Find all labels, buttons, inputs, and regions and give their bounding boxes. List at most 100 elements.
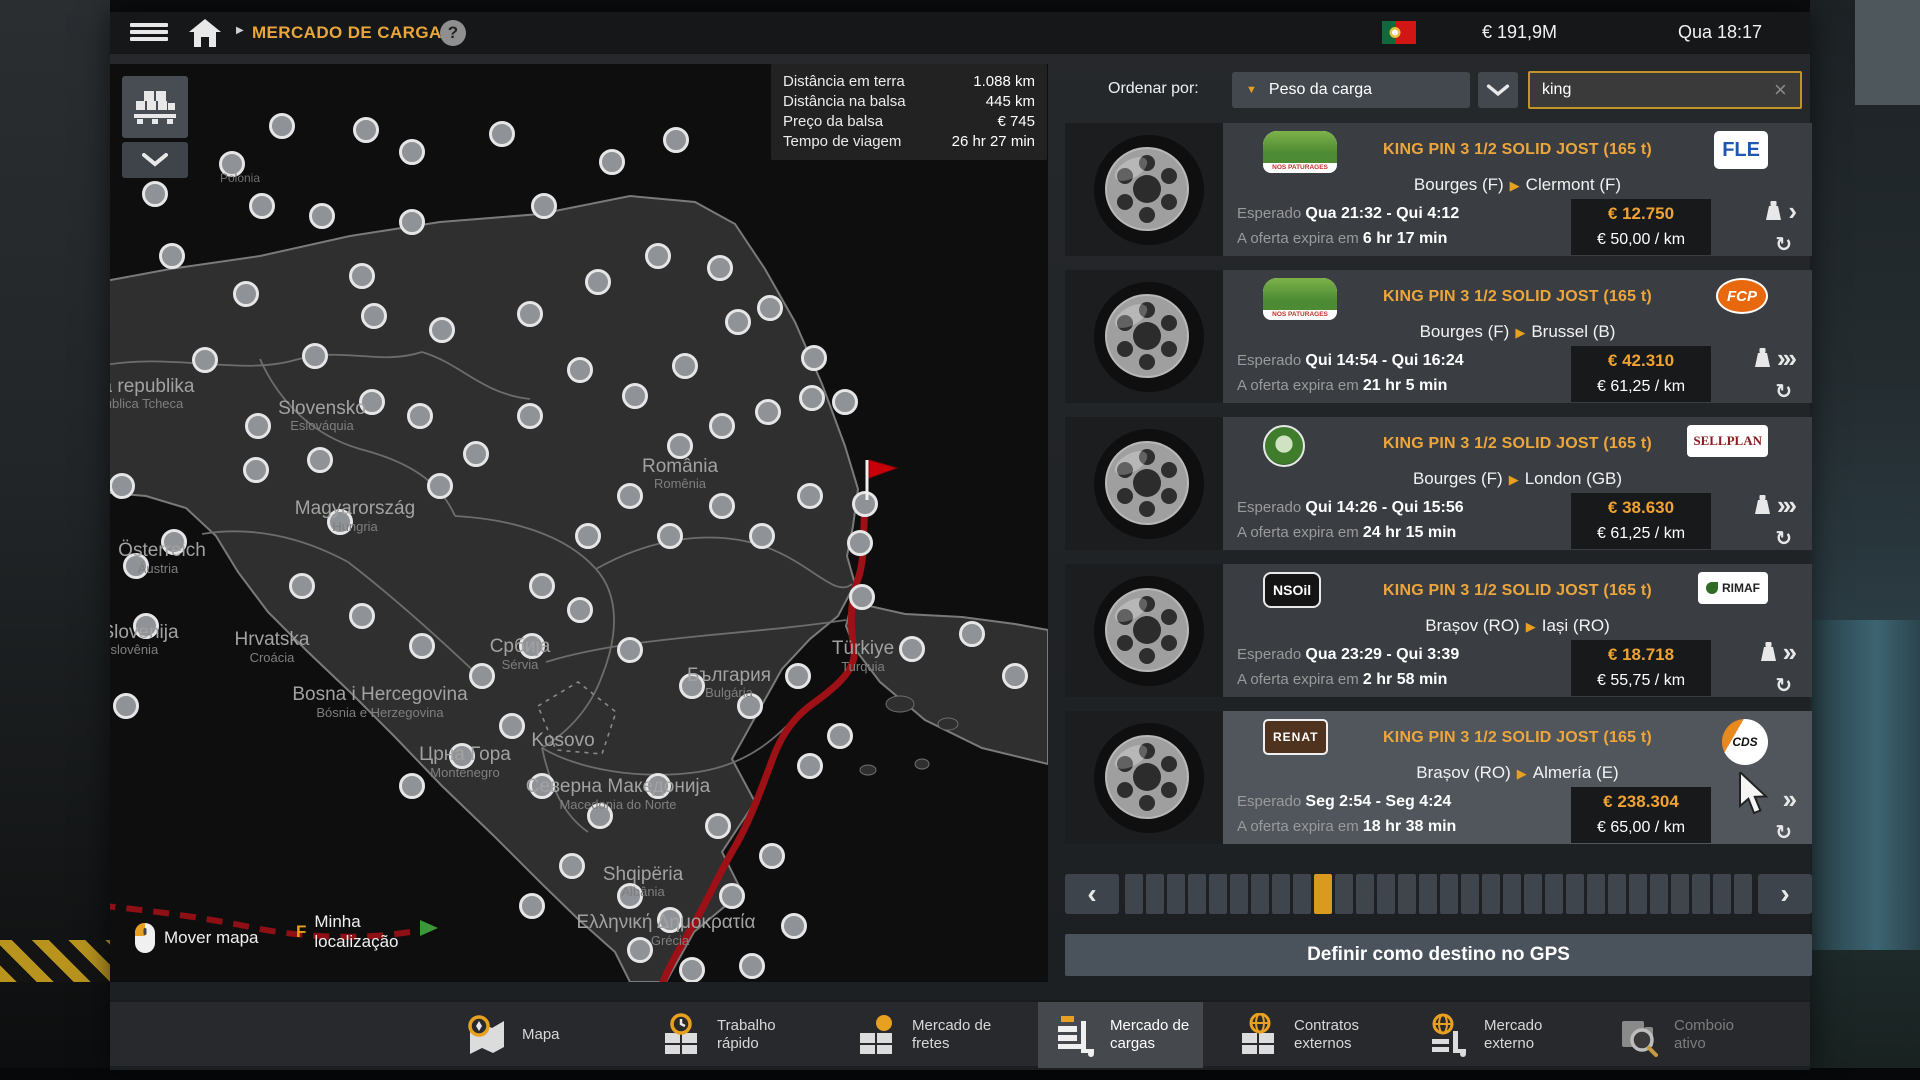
page-segment[interactable] xyxy=(1146,874,1164,914)
tab-freight-market[interactable]: Mercado defretes xyxy=(840,1002,1005,1068)
price-box: € 18.718 € 55,75 / km xyxy=(1571,640,1711,696)
cargo-offer-row[interactable]: NSOil KING PIN 3 1/2 SOLID JOST (165 t) … xyxy=(1065,564,1812,697)
recurring-job-icon: ↻ xyxy=(1775,529,1792,549)
help-icon[interactable]: ? xyxy=(440,20,466,46)
page-segment[interactable] xyxy=(1545,874,1563,914)
shipper-logo: NOS PATURAGES xyxy=(1263,131,1337,173)
svg-text:Србија: Србија xyxy=(490,636,551,657)
page-segment[interactable] xyxy=(1482,874,1500,914)
page-segment[interactable] xyxy=(1671,874,1689,914)
page-segment[interactable] xyxy=(1230,874,1248,914)
cargo-offer-row[interactable]: NOS PATURAGES KING PIN 3 1/2 SOLID JOST … xyxy=(1065,270,1812,403)
mouse-cursor xyxy=(1738,772,1774,816)
cargo-offer-row[interactable]: NOS PATURAGES KING PIN 3 1/2 SOLID JOST … xyxy=(1065,123,1812,256)
svg-text:Sérvia: Sérvia xyxy=(502,657,540,672)
svg-text:Türkiye: Türkiye xyxy=(832,638,894,659)
page-segment[interactable] xyxy=(1251,874,1269,914)
cargo-type-button[interactable] xyxy=(122,76,188,138)
info-label: Distância na balsa xyxy=(783,92,906,112)
shipper-logo: RENAT xyxy=(1263,719,1328,755)
breadcrumb-arrow-icon: ▶ xyxy=(236,25,244,36)
map-panel-collapse-button[interactable] xyxy=(122,142,188,178)
search-clear-icon[interactable]: × xyxy=(1774,75,1787,105)
origin-city: Brașov (RO) xyxy=(1416,763,1510,782)
cargo-image xyxy=(1065,711,1223,844)
page-segment[interactable] xyxy=(1650,874,1668,914)
set-gps-destination-button[interactable]: Definir como destino no GPS xyxy=(1065,934,1812,976)
my-location-hint: F Minha localização xyxy=(296,912,399,952)
page-segment[interactable] xyxy=(1209,874,1227,914)
page-segment[interactable] xyxy=(1125,874,1143,914)
info-value: 26 hr 27 min xyxy=(952,132,1035,152)
page-prev-button[interactable]: ‹ xyxy=(1065,874,1119,914)
route-arrow-icon: ▶ xyxy=(1520,619,1542,634)
tab-external-market[interactable]: Mercadoexterno xyxy=(1412,1002,1556,1068)
route: Brașov (RO)▶Almería (E) xyxy=(1223,763,1812,783)
svg-text:Северна Македонија: Северна Македонија xyxy=(526,776,711,797)
destination-city: Brussel (B) xyxy=(1531,322,1615,341)
pagination-track xyxy=(1125,874,1752,914)
sort-selected-value: Peso da carga xyxy=(1269,81,1372,99)
tab-map[interactable]: Mapa xyxy=(450,1002,574,1068)
page-segment[interactable] xyxy=(1692,874,1710,914)
recurring-job-icon: ↻ xyxy=(1775,235,1792,255)
mouse-icon xyxy=(134,922,156,954)
route-arrow-icon: ▶ xyxy=(1504,178,1526,193)
page-segment[interactable] xyxy=(1524,874,1542,914)
cargo-offer-row-selected[interactable]: RENAT KING PIN 3 1/2 SOLID JOST (165 t) … xyxy=(1065,711,1812,844)
page-segment[interactable] xyxy=(1272,874,1290,914)
svg-text:Magyarország: Magyarország xyxy=(295,498,415,519)
receiver-logo: FLE xyxy=(1714,131,1768,169)
cargo-image xyxy=(1065,270,1223,403)
sort-dropdown[interactable]: ▼ Peso da carga xyxy=(1232,72,1470,108)
move-map-hint: Mover mapa xyxy=(134,922,258,954)
chevron-down-icon xyxy=(1486,84,1510,97)
tab-cargo-market[interactable]: Mercado decargas xyxy=(1038,1002,1203,1068)
page-segment[interactable] xyxy=(1293,874,1311,914)
info-value: € 745 xyxy=(997,112,1035,132)
menu-icon[interactable] xyxy=(130,20,168,46)
info-label: Tempo de viagem xyxy=(783,132,901,152)
offer-price: € 18.718 xyxy=(1571,640,1711,669)
page-segment[interactable] xyxy=(1734,874,1752,914)
page-segment[interactable] xyxy=(1608,874,1626,914)
receiver-logo: FCP xyxy=(1716,278,1768,314)
svg-text:Hrvatska: Hrvatska xyxy=(235,629,310,650)
europe-map[interactable]: á republika ública Tcheca Polonia Sloven… xyxy=(110,64,1048,982)
external-contracts-icon xyxy=(1236,1013,1282,1057)
page-segment[interactable] xyxy=(1461,874,1479,914)
svg-text:Polonia: Polonia xyxy=(220,171,260,185)
page-segment[interactable] xyxy=(1356,874,1374,914)
page-segment[interactable] xyxy=(1314,874,1332,914)
cargo-title: KING PIN 3 1/2 SOLID JOST (165 t) xyxy=(1383,288,1652,306)
price-box: € 42.310 € 61,25 / km xyxy=(1571,346,1711,402)
page-segment[interactable] xyxy=(1503,874,1521,914)
cargo-image xyxy=(1065,417,1223,550)
page-segment[interactable] xyxy=(1335,874,1353,914)
shipper-logo green-farm-badge xyxy=(1263,425,1305,467)
page-segment[interactable] xyxy=(1440,874,1458,914)
origin-city: Bourges (F) xyxy=(1413,469,1503,488)
page-segment[interactable] xyxy=(1188,874,1206,914)
page-segment[interactable] xyxy=(1566,874,1584,914)
tab-external-contracts[interactable]: Contratosexternos xyxy=(1222,1002,1373,1068)
urgency-arrows-icon: ›› xyxy=(1783,787,1794,811)
cargo-title: KING PIN 3 1/2 SOLID JOST (165 t) xyxy=(1383,141,1652,159)
page-segment[interactable] xyxy=(1167,874,1185,914)
page-segment[interactable] xyxy=(1587,874,1605,914)
svg-text:Црна Гора: Црна Гора xyxy=(419,744,511,765)
my-location-label: localização xyxy=(314,932,398,951)
page-segment[interactable] xyxy=(1713,874,1731,914)
page-segment[interactable] xyxy=(1398,874,1416,914)
cargo-offer-row[interactable]: KING PIN 3 1/2 SOLID JOST (165 t) SELLPL… xyxy=(1065,417,1812,550)
search-input[interactable] xyxy=(1528,71,1802,109)
page-next-button[interactable]: › xyxy=(1758,874,1812,914)
tab-quick-job[interactable]: Trabalhorápido xyxy=(645,1002,790,1068)
sort-by-label: Ordenar por: xyxy=(1108,80,1199,98)
sort-dropdown-open-button[interactable] xyxy=(1478,72,1518,108)
cargo-title: KING PIN 3 1/2 SOLID JOST (165 t) xyxy=(1383,729,1652,747)
page-segment[interactable] xyxy=(1377,874,1395,914)
home-icon[interactable] xyxy=(188,18,222,48)
page-segment[interactable] xyxy=(1419,874,1437,914)
page-segment[interactable] xyxy=(1629,874,1647,914)
